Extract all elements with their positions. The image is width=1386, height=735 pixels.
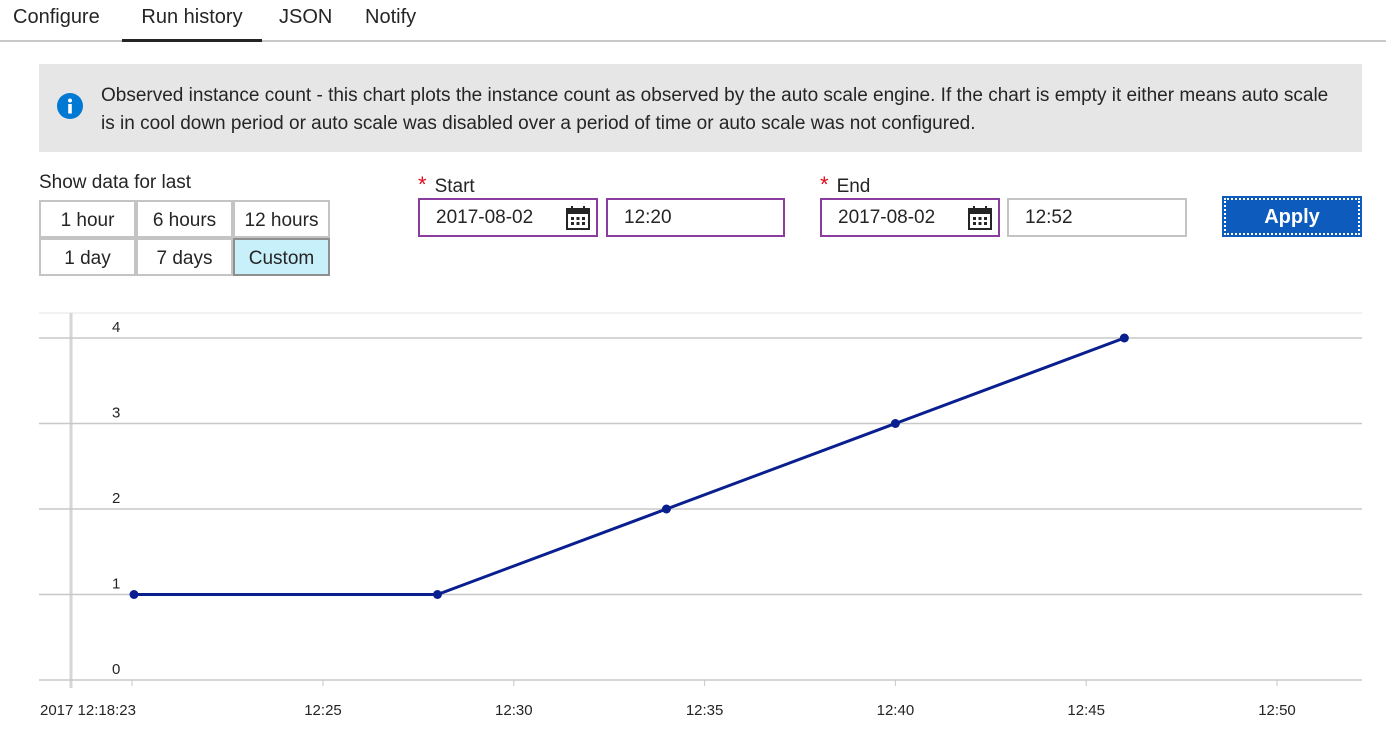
range-6-hours[interactable]: 6 hours <box>136 200 233 238</box>
start-label: * Start <box>418 172 475 198</box>
required-mark: * <box>418 172 427 197</box>
end-date-input[interactable]: 2017-08-02 <box>820 198 1000 237</box>
calendar-icon[interactable] <box>968 206 992 230</box>
start-date-input[interactable]: 2017-08-02 <box>418 198 598 237</box>
x-tick-label: 12:30 <box>495 702 533 719</box>
end-date-value: 2017-08-02 <box>838 207 936 228</box>
y-tick-label: 1 <box>112 576 120 593</box>
range-12-hours[interactable]: 12 hours <box>233 200 330 238</box>
range-1-day[interactable]: 1 day <box>39 238 136 276</box>
end-time-input[interactable]: 12:52 <box>1007 198 1187 237</box>
y-tick-label: 0 <box>112 661 120 678</box>
data-point <box>129 590 139 599</box>
tab-run-history[interactable]: Run history <box>122 0 262 42</box>
range-7-days[interactable]: 7 days <box>136 238 233 276</box>
start-date-value: 2017-08-02 <box>436 207 534 228</box>
data-point <box>1119 333 1129 343</box>
instance-count-chart: 0 1 2 3 4 2017 12:18:23 12:25 12:30 12:35 12:40 12… <box>39 312 1362 719</box>
apply-button[interactable]: Apply <box>1222 196 1362 237</box>
data-point <box>890 419 900 428</box>
info-icon <box>57 93 83 119</box>
range-custom[interactable]: Custom <box>233 238 330 276</box>
x-tick-label: 2017 12:18:23 <box>40 702 136 719</box>
x-tick-label: 12:45 <box>1067 702 1105 719</box>
x-tick-label: 12:40 <box>877 702 915 719</box>
range-1-hour[interactable]: 1 hour <box>39 200 136 238</box>
end-label-text: End <box>836 176 871 197</box>
x-tick-label: 12:50 <box>1258 702 1296 719</box>
x-tick-label: 12:35 <box>686 702 724 719</box>
tab-json[interactable]: JSON <box>279 0 332 42</box>
start-label-text: Start <box>434 176 475 197</box>
info-banner: Observed instance count - this chart plo… <box>39 64 1362 152</box>
tab-notify[interactable]: Notify <box>365 0 416 42</box>
series-line <box>134 336 1125 596</box>
start-time-input[interactable]: 12:20 <box>606 198 785 237</box>
x-tick-label: 12:25 <box>304 702 342 719</box>
y-tick-label: 4 <box>112 319 120 336</box>
tab-configure[interactable]: Configure <box>13 0 100 42</box>
info-text: Observed instance count - this chart plo… <box>101 85 1329 134</box>
data-point <box>661 504 671 514</box>
required-mark: * <box>820 172 829 197</box>
tab-bar: Configure Run history JSON Notify <box>0 0 1386 42</box>
range-label: Show data for last <box>39 172 192 193</box>
y-tick-label: 2 <box>112 490 120 507</box>
data-point <box>432 590 442 599</box>
end-label: * End <box>820 172 870 198</box>
y-tick-label: 3 <box>112 405 120 422</box>
calendar-icon[interactable] <box>566 206 590 230</box>
